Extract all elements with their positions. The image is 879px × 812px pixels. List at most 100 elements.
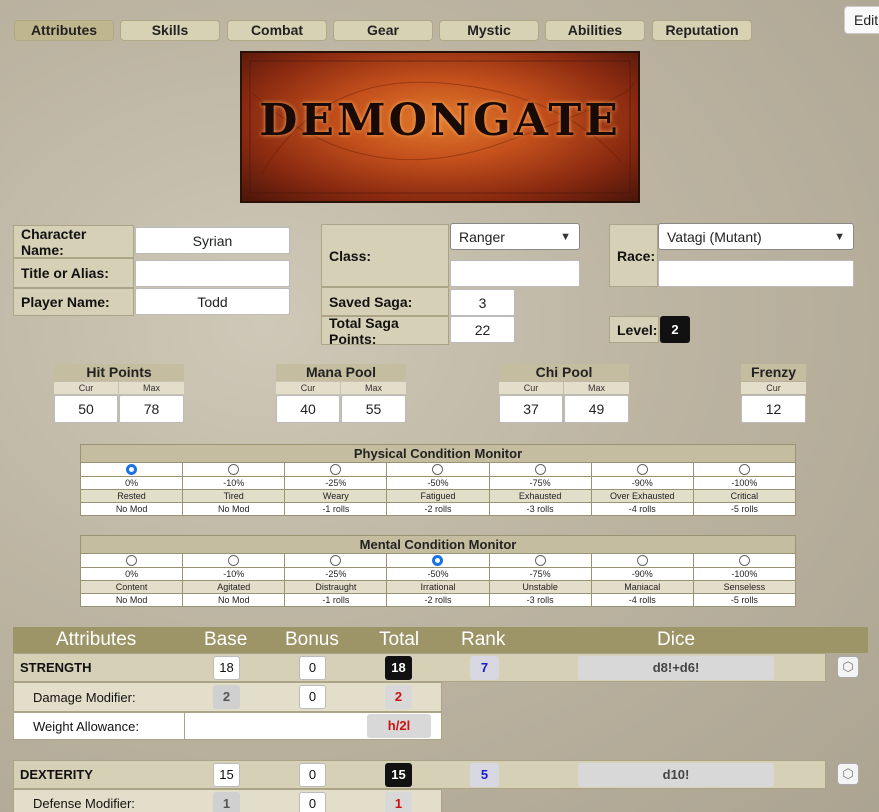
physical-mod: -1 rolls (285, 502, 388, 515)
mental-radio-cell (387, 553, 490, 567)
physical-radio-cell (81, 462, 184, 476)
dexterity-rank: 5 (470, 763, 499, 787)
mental-level-radio[interactable] (228, 555, 240, 566)
defense-modifier-total: 1 (385, 792, 412, 812)
player-name-input[interactable]: Todd (135, 288, 290, 315)
physical-level-radio[interactable] (126, 464, 138, 475)
mana-cur-input[interactable]: 40 (276, 395, 340, 423)
dexterity-bonus-input[interactable]: 0 (299, 763, 326, 787)
physical-level-radio[interactable] (330, 464, 342, 475)
dexterity-dice: d10! (578, 763, 774, 787)
physical-level-radio[interactable] (636, 464, 648, 475)
damage-modifier-bonus-input[interactable]: 0 (299, 685, 326, 709)
strength-base-input[interactable]: 18 (213, 656, 240, 680)
tab-gear[interactable]: Gear (333, 20, 433, 41)
dexterity-total: 15 (385, 763, 412, 787)
header-dice: Dice (657, 629, 696, 650)
physical-mod: -4 rolls (591, 502, 694, 515)
physical-level-radio[interactable] (534, 464, 546, 475)
class-select[interactable]: Ranger ▼ (450, 223, 580, 250)
chi-max-label: Max (564, 382, 629, 394)
damage-modifier-base: 2 (213, 685, 240, 709)
player-name-label: Player Name: (13, 288, 134, 316)
hp-max-input[interactable]: 78 (119, 395, 184, 423)
defense-modifier-label: Defense Modifier: (33, 796, 135, 811)
frenzy-cur-label: Cur (741, 382, 806, 394)
saved-saga-input[interactable]: 3 (450, 289, 515, 316)
physical-monitor-title: Physical Condition Monitor (81, 445, 795, 462)
mental-radio-cell (693, 553, 795, 567)
physical-radio-cell (693, 462, 795, 476)
mental-level-radio[interactable] (738, 555, 750, 566)
mental-name: Maniacal (591, 580, 694, 593)
physical-radio-cell (591, 462, 694, 476)
physical-name: Weary (285, 489, 388, 502)
total-saga-input[interactable]: 22 (450, 316, 515, 343)
mana-max-input[interactable]: 55 (341, 395, 406, 423)
damage-modifier-label: Damage Modifier: (33, 690, 136, 705)
demongate-logo-banner: DEMONGATE (240, 51, 640, 203)
tab-skills[interactable]: Skills (120, 20, 220, 41)
tab-reputation[interactable]: Reputation (652, 20, 752, 41)
mental-level-radio[interactable] (432, 555, 444, 566)
mental-pct-row: 0% -10% -25% -50% -75% -90% -100% (81, 567, 795, 580)
physical-level-radio[interactable] (432, 464, 444, 475)
tab-combat[interactable]: Combat (227, 20, 327, 41)
character-name-input[interactable]: Syrian (135, 227, 290, 254)
physical-pct: -90% (591, 476, 694, 489)
mental-mod: -4 rolls (591, 593, 694, 606)
mental-level-radio[interactable] (534, 555, 546, 566)
strength-dice: d8!+d6! (578, 656, 774, 680)
mental-level-radio[interactable] (126, 555, 138, 566)
mental-name-row: Content Agitated Distraught Irrational Unsta… (81, 580, 795, 593)
physical-radio-cell (183, 462, 286, 476)
physical-pct: 0% (81, 476, 184, 489)
mental-pct: -25% (285, 567, 388, 580)
tab-mystic[interactable]: Mystic (439, 20, 539, 41)
class-extra-input[interactable] (450, 260, 580, 287)
physical-mod-row: No Mod No Mod -1 rolls -2 rolls -3 rolls -4 r… (81, 502, 795, 515)
physical-name: Critical (693, 489, 795, 502)
physical-pct: -10% (183, 476, 286, 489)
race-select[interactable]: Vatagi (Mutant) ▼ (658, 223, 854, 250)
mental-radio-cell (489, 553, 592, 567)
mental-radio-cell (285, 553, 388, 567)
mana-pool-title: Mana Pool (276, 364, 406, 381)
race-extra-input[interactable] (658, 260, 854, 287)
mental-mod-row: No Mod No Mod -1 rolls -2 rolls -3 rolls -4 r… (81, 593, 795, 606)
mental-name: Unstable (489, 580, 592, 593)
strength-bonus-input[interactable]: 0 (299, 656, 326, 680)
mental-radio-row (81, 553, 795, 567)
mental-level-radio[interactable] (636, 555, 648, 566)
header-rank: Rank (461, 629, 506, 650)
mental-name: Distraught (285, 580, 388, 593)
title-alias-input[interactable] (135, 260, 290, 287)
hit-points-title: Hit Points (54, 364, 184, 381)
mental-mod: -1 rolls (285, 593, 388, 606)
physical-mod: -5 rolls (693, 502, 795, 515)
tab-abilities[interactable]: Abilities (545, 20, 645, 41)
strength-roll-dice-icon[interactable]: ⬡ (837, 656, 859, 678)
physical-level-radio[interactable] (228, 464, 240, 475)
chi-cur-input[interactable]: 37 (499, 395, 563, 423)
mental-name: Senseless (693, 580, 795, 593)
dexterity-label: DEXTERITY (20, 767, 93, 782)
mental-mod: No Mod (81, 593, 184, 606)
mental-level-radio[interactable] (330, 555, 342, 566)
physical-pct-row: 0% -10% -25% -50% -75% -90% -100% (81, 476, 795, 489)
edit-button[interactable]: Edit (844, 6, 879, 34)
dexterity-base-input[interactable]: 15 (213, 763, 240, 787)
hp-cur-input[interactable]: 50 (54, 395, 118, 423)
mental-monitor-title: Mental Condition Monitor (81, 536, 795, 553)
defense-modifier-bonus-input[interactable]: 0 (299, 792, 326, 812)
frenzy-cur-input[interactable]: 12 (741, 395, 806, 423)
physical-pct: -100% (693, 476, 795, 489)
chi-max-input[interactable]: 49 (564, 395, 629, 423)
physical-level-radio[interactable] (738, 464, 750, 475)
dexterity-roll-dice-icon[interactable]: ⬡ (837, 763, 859, 785)
mental-name: Agitated (183, 580, 286, 593)
class-label: Class: (321, 224, 449, 287)
tab-attributes[interactable]: Attributes (14, 20, 114, 41)
mental-pct: -90% (591, 567, 694, 580)
mental-mod: -5 rolls (693, 593, 795, 606)
